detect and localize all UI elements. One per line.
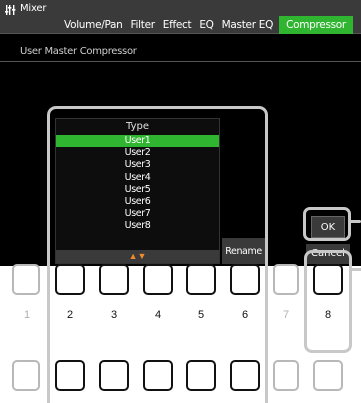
panel-button-4-lower[interactable] [143, 360, 173, 391]
ok-highlight-frame [303, 207, 351, 241]
title-bar: Mixer Volume/Pan Filter Effect EQ Master… [0, 0, 361, 34]
subtitle-bar: User Master Compressor [0, 44, 361, 62]
panel-button-2-upper[interactable] [55, 264, 85, 295]
panel-button-1-lower[interactable] [12, 360, 40, 391]
panel-button-3-upper[interactable] [99, 264, 129, 295]
panel-button-2-lower[interactable] [55, 360, 85, 391]
tab-volume-pan[interactable]: Volume/Pan [60, 16, 127, 34]
mixer-icon [5, 5, 16, 15]
panel-button-8-lower[interactable] [313, 360, 343, 391]
panel-button-4-upper[interactable] [143, 264, 173, 295]
panel-button-6-upper[interactable] [230, 264, 260, 295]
panel-label-8: 8 [324, 309, 332, 321]
panel-button-7-upper[interactable] [273, 264, 299, 295]
panel-label-7: 7 [282, 309, 290, 321]
panel-button-5-lower[interactable] [186, 360, 216, 391]
tab-filter[interactable]: Filter [127, 16, 159, 34]
panel-label-1: 1 [23, 309, 31, 321]
panel-button-3-lower[interactable] [99, 360, 129, 391]
app-title: Mixer [20, 3, 47, 14]
panel-button-7-lower[interactable] [273, 360, 299, 391]
page-subtitle: User Master Compressor [20, 46, 137, 57]
ok-pointer [351, 220, 361, 223]
tab-master-eq[interactable]: Master EQ [218, 16, 277, 34]
panel-button-8-upper[interactable] [313, 264, 343, 295]
panel-label-2: 2 [66, 309, 74, 321]
panel-label-3: 3 [110, 309, 118, 321]
panel-button-1-upper[interactable] [12, 264, 40, 295]
panel-label-5: 5 [197, 309, 205, 321]
tab-bar: Volume/Pan Filter Effect EQ Master EQ Co… [60, 16, 353, 34]
panel-button-6-lower[interactable] [230, 360, 260, 391]
tab-effect[interactable]: Effect [159, 16, 196, 34]
tab-eq[interactable]: EQ [195, 16, 217, 34]
tab-compressor[interactable]: Compressor [279, 16, 353, 34]
button-8-pointer [351, 268, 361, 271]
panel-button-5-upper[interactable] [186, 264, 216, 295]
panel-label-6: 6 [241, 309, 249, 321]
type-highlight-frame [47, 106, 268, 403]
panel-label-4: 4 [154, 309, 162, 321]
